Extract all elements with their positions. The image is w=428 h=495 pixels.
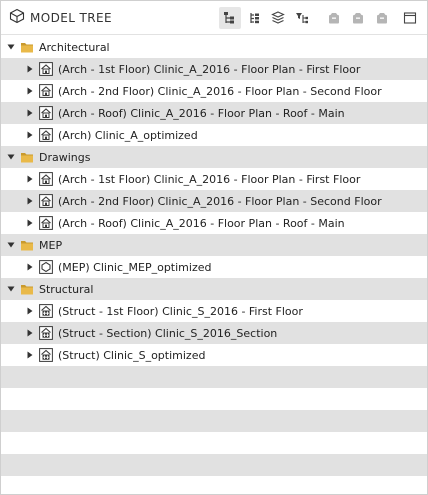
caret-down-icon[interactable]	[6, 240, 16, 250]
tree-model-row[interactable]: (MEP) Clinic_MEP_optimized	[1, 256, 427, 278]
model-tree-panel: MODEL TREE Architectural (Arch - 1st Floo…	[0, 0, 428, 495]
caret-down-icon[interactable]	[6, 42, 16, 52]
tree-model-row[interactable]: (Arch - 2nd Floor) Clinic_A_2016 - Floor…	[1, 80, 427, 102]
model-label: (Arch - 1st Floor) Clinic_A_2016 - Floor…	[58, 172, 361, 186]
tree-view-button[interactable]	[219, 6, 241, 29]
caret-right-icon[interactable]	[25, 64, 35, 74]
list-view-button[interactable]	[243, 7, 265, 29]
caret-right-icon[interactable]	[25, 130, 35, 140]
model-label: (Arch - Roof) Clinic_A_2016 - Floor Plan…	[58, 106, 345, 120]
building-icon	[39, 194, 53, 208]
filter-tree-icon	[295, 11, 309, 25]
model-label: (MEP) Clinic_MEP_optimized	[58, 260, 212, 274]
header-toolbar	[219, 6, 421, 29]
model-label: (Struct - Section) Clinic_S_2016_Section	[58, 326, 278, 340]
mep-icon	[39, 260, 53, 274]
caret-right-icon[interactable]	[25, 306, 35, 316]
tree-model-row[interactable]: (Arch - Roof) Clinic_A_2016 - Floor Plan…	[1, 102, 427, 124]
caret-right-icon[interactable]	[25, 196, 35, 206]
cube-icon	[327, 11, 341, 25]
building-icon	[39, 216, 53, 230]
tree-hierarchy-icon	[223, 11, 237, 25]
structure-icon	[39, 326, 53, 340]
tree-model-row[interactable]: (Arch - Roof) Clinic_A_2016 - Floor Plan…	[1, 212, 427, 234]
panel-title-area: MODEL TREE	[9, 8, 219, 27]
model-label: (Struct) Clinic_S_optimized	[58, 348, 206, 362]
tree-folder-row[interactable]: Drawings	[1, 146, 427, 168]
cube-icon	[351, 11, 365, 25]
tree-model-row[interactable]: (Struct) Clinic_S_optimized	[1, 344, 427, 366]
empty-row	[1, 366, 427, 388]
tree-folder-row[interactable]: MEP	[1, 234, 427, 256]
tree-model-row[interactable]: (Arch) Clinic_A_optimized	[1, 124, 427, 146]
object-set-1-button[interactable]	[323, 7, 345, 29]
empty-row	[1, 388, 427, 410]
model-tree: Architectural (Arch - 1st Floor) Clinic_A…	[1, 36, 427, 476]
tree-model-row[interactable]: (Struct - Section) Clinic_S_2016_Section	[1, 322, 427, 344]
object-set-2-button[interactable]	[347, 7, 369, 29]
model-label: (Struct - 1st Floor) Clinic_S_2016 - Fir…	[58, 304, 303, 318]
list-tree-icon	[247, 11, 261, 25]
page-title: MODEL TREE	[30, 10, 112, 25]
cube-icon	[375, 11, 389, 25]
folder-icon	[20, 150, 34, 164]
building-icon	[39, 106, 53, 120]
filter-tree-button[interactable]	[291, 7, 313, 29]
caret-down-icon[interactable]	[6, 152, 16, 162]
tree-model-row[interactable]: (Arch - 2nd Floor) Clinic_A_2016 - Floor…	[1, 190, 427, 212]
caret-right-icon[interactable]	[25, 328, 35, 338]
caret-right-icon[interactable]	[25, 218, 35, 228]
model-label: (Arch - 1st Floor) Clinic_A_2016 - Floor…	[58, 62, 361, 76]
caret-right-icon[interactable]	[25, 174, 35, 184]
structure-icon	[39, 304, 53, 318]
caret-right-icon[interactable]	[25, 350, 35, 360]
object-set-3-button[interactable]	[371, 7, 393, 29]
folder-icon	[20, 282, 34, 296]
model-label: (Arch) Clinic_A_optimized	[58, 128, 198, 142]
model-tree-icon	[9, 8, 25, 27]
folder-label: Drawings	[39, 150, 91, 164]
tree-folder-row[interactable]: Architectural	[1, 36, 427, 58]
folder-icon	[20, 40, 34, 54]
tree-model-row[interactable]: (Struct - 1st Floor) Clinic_S_2016 - Fir…	[1, 300, 427, 322]
layers-icon	[271, 10, 285, 25]
building-icon	[39, 128, 53, 142]
empty-row	[1, 432, 427, 454]
folder-label: MEP	[39, 238, 63, 252]
folder-label: Structural	[39, 282, 94, 296]
layers-view-button[interactable]	[267, 7, 289, 29]
caret-right-icon[interactable]	[25, 262, 35, 272]
tree-folder-row[interactable]: Structural	[1, 278, 427, 300]
model-label: (Arch - Roof) Clinic_A_2016 - Floor Plan…	[58, 216, 345, 230]
structure-icon	[39, 348, 53, 362]
caret-right-icon[interactable]	[25, 86, 35, 96]
panel-header: MODEL TREE	[1, 1, 427, 35]
model-label: (Arch - 2nd Floor) Clinic_A_2016 - Floor…	[58, 84, 382, 98]
folder-icon	[20, 238, 34, 252]
empty-row	[1, 454, 427, 476]
model-label: (Arch - 2nd Floor) Clinic_A_2016 - Floor…	[58, 194, 382, 208]
building-icon	[39, 62, 53, 76]
building-icon	[39, 172, 53, 186]
folder-label: Architectural	[39, 40, 110, 54]
building-icon	[39, 84, 53, 98]
caret-right-icon[interactable]	[25, 108, 35, 118]
window-button[interactable]	[399, 7, 421, 29]
caret-down-icon[interactable]	[6, 284, 16, 294]
tree-model-row[interactable]: (Arch - 1st Floor) Clinic_A_2016 - Floor…	[1, 58, 427, 80]
empty-row	[1, 410, 427, 432]
tree-model-row[interactable]: (Arch - 1st Floor) Clinic_A_2016 - Floor…	[1, 168, 427, 190]
window-icon	[403, 11, 417, 25]
